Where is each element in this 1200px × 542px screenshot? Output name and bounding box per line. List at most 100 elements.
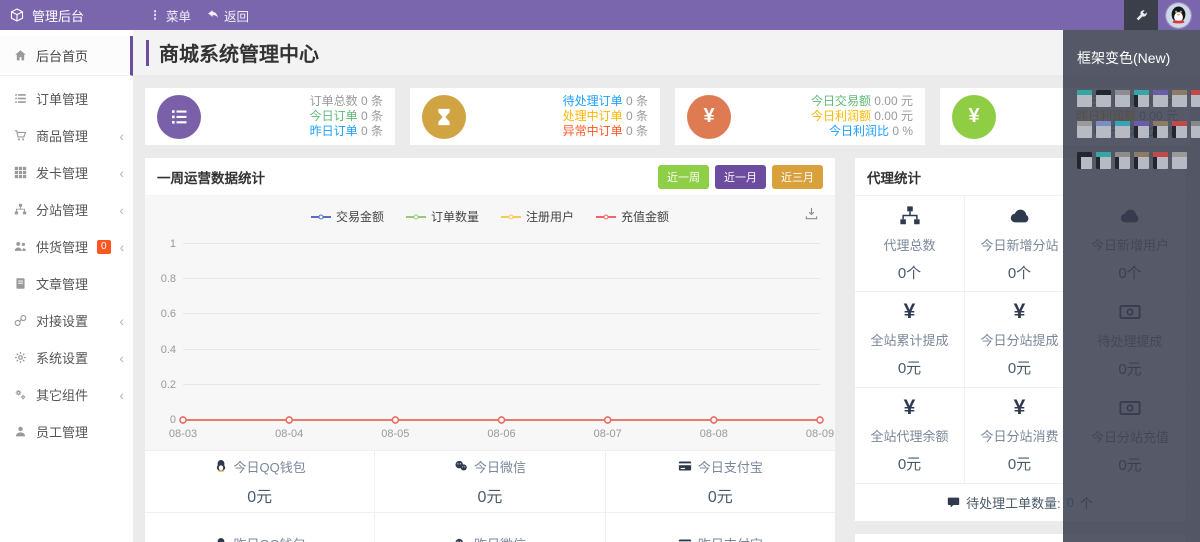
chevron-left-icon: ‹ [119,201,124,218]
alipay-card-icon [678,537,692,542]
theme-swatch[interactable] [1096,121,1111,138]
sidebar-item-card-issuing[interactable]: 发卡管理 ‹ [0,154,133,191]
theme-swatch[interactable] [1077,121,1092,138]
theme-swatch[interactable] [1134,121,1149,138]
sidebar-item-staff[interactable]: 员工管理 [0,413,133,450]
sidebar-item-article[interactable]: 文章管理 [0,265,133,302]
legend-item[interactable]: 注册用户 [501,208,574,225]
swatch-body [1153,126,1168,138]
theme-swatch[interactable] [1134,90,1149,107]
app-title: 管理后台 [32,8,85,24]
yen-icon: ¥ [968,105,980,127]
theme-swatch[interactable] [1191,90,1200,107]
theme-swatch[interactable] [1096,90,1111,107]
wallet-label: 昨日微信 [474,534,526,542]
chart-panel-header: 一周运营数据统计 近一周 近一月 近三月 [145,158,835,196]
theme-swatch[interactable] [1172,121,1187,138]
agent-cell-label: 今日分站提成 [980,333,1059,348]
stat-row-value: 0 条 [357,109,383,123]
stat-row-label: 昨日订单 [309,124,358,138]
x-tick-label: 08-07 [593,428,622,440]
theme-settings-button[interactable] [1124,0,1158,30]
theme-swatch[interactable] [1172,152,1187,169]
chart-series-lines [179,416,824,424]
theme-swatch-row [1077,121,1200,138]
theme-swatch[interactable] [1153,121,1168,138]
yen-icon: ¥ [903,300,916,323]
swatch-sidebar [1134,95,1138,107]
theme-swatch[interactable] [1172,90,1187,107]
stat-card-rows: 今日交易额 0.00 元今日利润额 0.00 元今日利润比 0 % [811,94,913,139]
y-tick-label: 0 [169,414,176,426]
legend-item[interactable]: 交易金额 [310,208,384,225]
agent-cell-label: 今日分站消费 [980,429,1059,444]
legend-item[interactable]: 充值金额 [596,208,669,225]
legend-item[interactable]: 订单数量 [405,208,479,225]
theme-swatch[interactable] [1096,152,1111,169]
theme-swatch[interactable] [1115,121,1130,138]
wallet-cell-top: 今日QQ钱包 [214,457,306,476]
wallet-value: 0元 [247,488,273,506]
stat-row: 订单总数 0 条 [310,94,383,109]
badge: 0 [97,239,111,254]
stat-row-label: 处理中订单 [562,109,623,123]
agent-cell: ¥ 今日分站提成 0元 [965,292,1075,388]
stat-icon-circle: ¥ [952,94,996,139]
legend-marker-ring [413,214,419,219]
theme-swatch[interactable] [1077,90,1092,107]
swatch-sidebar [1134,157,1138,169]
theme-swatch[interactable] [1077,152,1092,169]
sidebar-item-label: 其它组件 [36,388,89,403]
sidebar-item-goods[interactable]: 商品管理 ‹ [0,117,133,154]
range-button[interactable]: 近一月 [715,164,766,189]
legend-marker-icon [596,214,617,219]
sidebar-item-substation[interactable]: 分站管理 ‹ [0,191,133,228]
swatch-body [1115,157,1130,169]
back-arrow-icon [207,9,219,21]
swatch-body [1115,126,1130,138]
theme-swatch-rows [1077,90,1200,169]
x-tick-label: 08-03 [168,428,198,440]
chart-area: 交易金额 订单数量 注册用户 充值金额 0 0.2 0.4 0.6 0.8 1 08-03 08-0… [145,196,835,450]
menu-button[interactable]: 菜单 [149,6,191,25]
chevron-left-icon: ‹ [119,349,124,366]
avatar[interactable] [1166,2,1191,28]
agent-cell-value: 0元 [1007,360,1032,377]
sitemap-icon [899,205,921,227]
stat-card-rows: 订单总数 0 条今日订单 0 条昨日订单 0 条 [310,94,383,139]
qq-icon [214,537,228,542]
theme-swatch[interactable] [1134,152,1149,169]
theme-swatch[interactable] [1191,121,1200,138]
theme-swatch[interactable] [1153,152,1168,169]
sidebar-item-components[interactable]: 其它组件 ‹ [0,376,133,413]
admin-dashboard: 管理后台 菜单 返回 后台首页订单管理 商品管理 ‹ 发卡管理 ‹ 分站管理 ‹ 供货管理 0 ‹… [0,0,1200,542]
theme-swatch[interactable] [1115,152,1130,169]
download-button[interactable] [804,206,819,224]
sidebar-item-system[interactable]: 系统设置 ‹ [0,339,133,376]
sidebar-item-integration[interactable]: 对接设置 ‹ [0,302,133,339]
range-button[interactable]: 近三月 [772,164,823,189]
swatch-body [1096,157,1111,169]
stat-icon-circle [157,94,201,139]
stat-row: 昨日订单 0 条 [310,124,383,139]
y-tick-label: 0.4 [160,343,176,356]
sidebar-item-supply[interactable]: 供货管理 0 ‹ [0,228,133,265]
theme-swatch[interactable] [1153,90,1168,107]
download-icon [804,206,819,221]
sidebar-item-orders[interactable]: 订单管理 [0,80,133,117]
sidebar-item-home[interactable]: 后台首页 [0,36,133,76]
home-icon [14,49,27,62]
stat-row-value: 0 条 [357,124,383,138]
swatch-body [1077,95,1092,107]
sidebar-item-label: 文章管理 [36,277,89,292]
back-button[interactable]: 返回 [207,6,249,25]
wallet-value: 0元 [707,488,733,506]
wallet-label: 今日QQ钱包 [233,459,306,475]
link-icon [14,314,27,327]
range-button[interactable]: 近一周 [658,164,709,189]
wallet-cell: 今日QQ钱包 0元 [145,451,374,512]
chart-legend: 交易金额 订单数量 注册用户 充值金额 [145,208,835,225]
stat-row-value: 0.00 元 [870,109,913,123]
theme-swatch[interactable] [1115,90,1130,107]
swatch-body [1172,95,1187,107]
